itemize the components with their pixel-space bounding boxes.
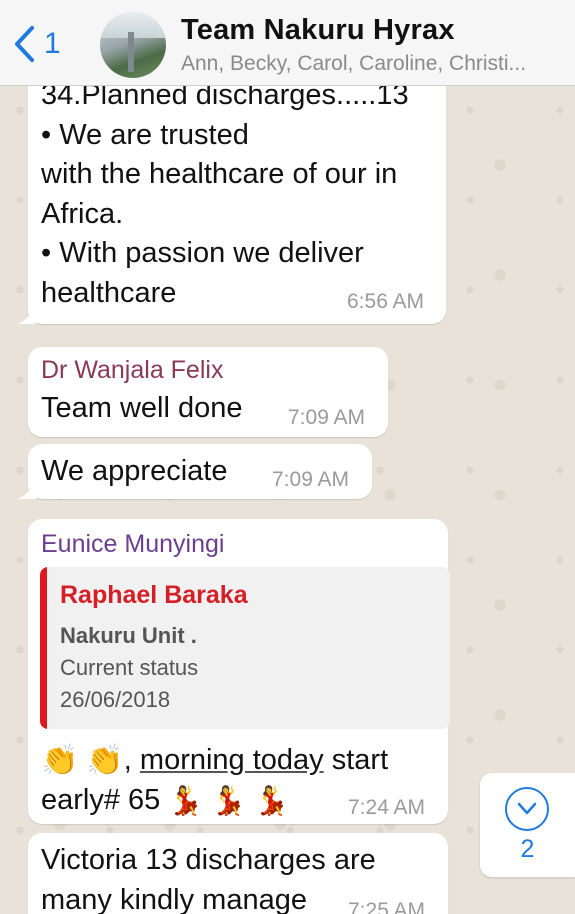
back-unread-count: 1 [44, 27, 61, 60]
message-text: , [123, 744, 140, 776]
message-bubble[interactable]: Dr Wanjala Felix Team well done 7:09 AM [28, 347, 388, 437]
message-line: Victoria 13 discharges are [41, 844, 376, 876]
message-bubble[interactable]: 34.Planned discharges.....13 • We are tr… [28, 86, 446, 324]
chevron-down-icon [505, 787, 549, 831]
bubble-tail [18, 481, 36, 499]
quoted-message[interactable]: Raphael Baraka Nakuru Unit . Current sta… [40, 567, 450, 729]
message-bubble[interactable]: Eunice Munyingi Raphael Baraka Nakuru Un… [28, 519, 450, 824]
message-time: 7:09 AM [288, 406, 366, 429]
message-line: 34.Planned discharges.....13 [41, 86, 409, 111]
message-line: • We are trusted [41, 118, 249, 151]
group-members[interactable]: Ann, Becky, Carol, Caroline, Christi... [181, 52, 561, 76]
message-line: Africa. [41, 197, 124, 230]
message-text: We appreciate [41, 455, 228, 487]
chat-header: 1 Team Nakuru Hyrax Ann, Becky, Carol, C… [0, 0, 575, 86]
dancer-icon: 💃 [168, 784, 204, 816]
quoted-sender: Raphael Baraka [60, 581, 248, 609]
message-bubble[interactable]: Victoria 13 discharges are many kindly m… [28, 833, 448, 914]
group-title[interactable]: Team Nakuru Hyrax [181, 14, 455, 47]
scroll-to-bottom-button[interactable]: 2 [480, 773, 575, 877]
quoted-line: Nakuru Unit . [60, 623, 197, 648]
message-text-underlined: morning today [139, 744, 324, 776]
message-line: many kindly manage [41, 883, 307, 914]
message-text: early# 65 [41, 783, 169, 816]
message-time: 6:56 AM [347, 290, 425, 313]
clapping-hands-icon: 👏 [86, 744, 124, 778]
chevron-left-icon [15, 26, 34, 62]
quote-accent-bar [40, 567, 47, 729]
unread-badge: 2 [520, 835, 535, 863]
message-text: start [323, 744, 389, 776]
quoted-line: 26/06/2018 [60, 687, 171, 712]
message-bubble[interactable]: We appreciate 7:09 AM [28, 444, 372, 499]
message-time: 7:25 AM [348, 899, 426, 914]
message-line: with the healthcare of our in [41, 158, 398, 190]
back-button[interactable]: 1 [12, 22, 61, 66]
sender-name[interactable]: Eunice Munyingi [41, 530, 224, 559]
message-time: 7:09 AM [272, 468, 350, 491]
dancer-icon: 💃 [211, 784, 247, 816]
sender-name[interactable]: Dr Wanjala Felix [41, 356, 223, 385]
message-line: 👏 👏, morning today start [41, 741, 388, 781]
quoted-line: Current status [60, 655, 199, 680]
group-avatar[interactable] [100, 12, 166, 78]
dancer-icon: 💃 [254, 784, 290, 816]
message-time: 7:24 AM [348, 796, 426, 819]
message-line: • With passion we deliver [41, 237, 364, 269]
message-text: Team well done [41, 392, 243, 424]
bubble-tail [18, 306, 36, 324]
clapping-hands-icon: 👏 [41, 744, 79, 778]
message-line: early# 65 💃 💃 💃 [41, 781, 388, 821]
